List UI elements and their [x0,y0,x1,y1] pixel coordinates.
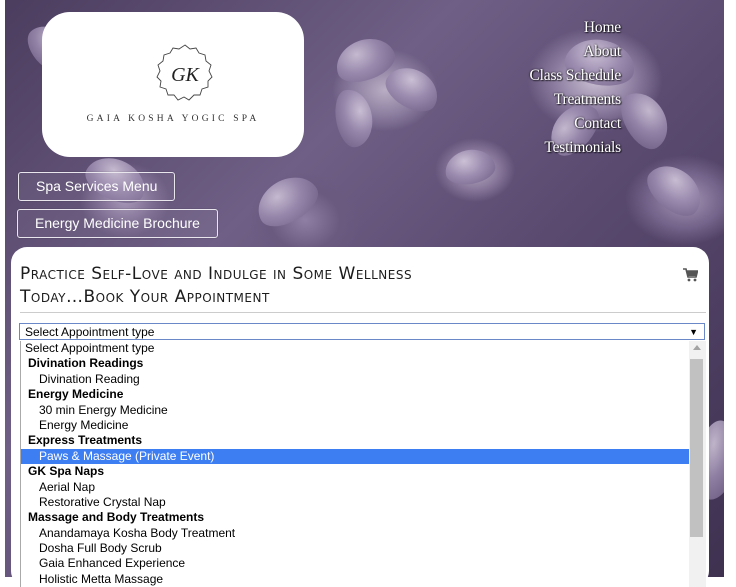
nav-testimonials[interactable]: Testimonials [530,136,621,160]
logo-card[interactable]: GK GAIA KOSHA YOGIC SPA [42,12,304,157]
dropdown-option[interactable]: Dosha Full Body Scrub [21,541,707,556]
option-group-label: Express Treatments [28,433,143,448]
dropdown-option[interactable]: Paws & Massage (Private Event) [21,448,700,465]
dropdown-option[interactable]: Select Appointment type [21,341,707,356]
headline-line-1: Practice Self-Love and Indulge in Some W… [20,264,413,284]
dropdown-option[interactable]: Holistic Metta Massage [21,572,707,587]
appointment-type-dropdown-list[interactable]: Select Appointment type Divination Readin… [20,341,707,587]
select-value: Select Appointment type [25,325,155,339]
page-margin-right [724,0,736,577]
brand-name: GAIA KOSHA YOGIC SPA [86,114,260,124]
headline-divider [20,312,706,313]
appointment-type-select[interactable]: Select Appointment type ▼ [19,323,705,340]
monogram-text: GK [171,64,200,86]
option-group-label: Energy Medicine [28,387,124,402]
spa-services-menu-button[interactable]: Spa Services Menu [18,172,176,201]
nav-treatments[interactable]: Treatments [530,88,621,112]
scrollbar-thumb[interactable] [690,359,703,537]
nav-class-schedule[interactable]: Class Schedule [530,64,622,88]
option-group-label: Massage and Body Treatments [28,510,205,525]
chevron-down-icon[interactable]: ▼ [689,324,698,341]
option-group-label: Divination Readings [28,356,144,371]
dropdown-option[interactable]: Gaia Enhanced Experience [21,556,707,571]
dropdown-option[interactable]: Divination Reading [21,372,707,387]
energy-medicine-brochure-button[interactable]: Energy Medicine Brochure [17,209,218,238]
shopping-cart-icon[interactable] [683,268,698,282]
scroll-up-arrow-icon[interactable] [693,345,701,350]
option-group-label: GK Spa Naps [28,464,105,479]
nav-about[interactable]: About [530,40,621,64]
booking-headline: Practice Self-Love and Indulge in Some W… [20,263,640,309]
dropdown-option[interactable]: Aerial Nap [21,480,707,495]
dropdown-scrollbar[interactable] [689,341,706,587]
dropdown-option[interactable]: Restorative Crystal Nap [21,495,707,510]
headline-line-2: Today…Book Your Appointment [20,287,270,307]
dropdown-option[interactable]: Energy Medicine [21,418,707,433]
nav-home[interactable]: Home [530,16,621,40]
monogram-badge-icon: GK [156,44,213,101]
booking-panel: Practice Self-Love and Indulge in Some W… [11,247,709,587]
dropdown-option[interactable]: Anandamaya Kosha Body Treatment [21,526,707,541]
dropdown-option[interactable]: 30 min Energy Medicine [21,403,707,418]
nav-contact[interactable]: Contact [530,112,621,136]
main-nav: Home About Class Schedule Treatments Con… [530,16,622,160]
